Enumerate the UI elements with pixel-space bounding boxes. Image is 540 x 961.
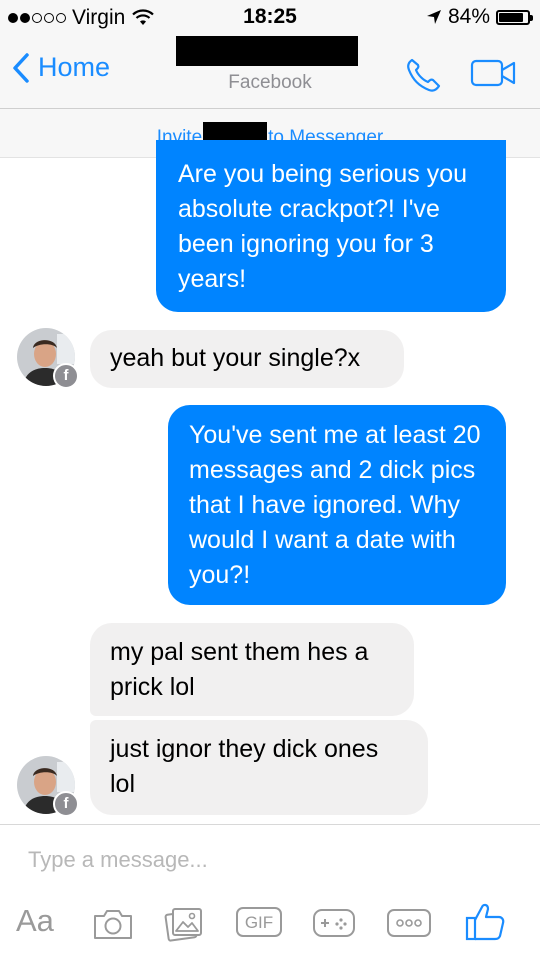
message-bubble-incoming[interactable]: just ignor they dick ones lol — [90, 720, 428, 815]
location-arrow-icon — [426, 10, 441, 24]
battery-percent: 84% — [447, 5, 490, 28]
gif-button[interactable]: GIF — [236, 907, 282, 937]
thumbs-up-icon[interactable] — [464, 901, 506, 943]
gif-label: GIF — [244, 913, 274, 932]
message-bubble-incoming[interactable]: my pal sent them hes a prick lol — [90, 623, 414, 716]
avatar[interactable]: f — [17, 328, 79, 389]
text-format-button[interactable]: Aa — [16, 903, 54, 939]
status-right: 84% — [426, 5, 533, 29]
battery-icon — [496, 9, 533, 25]
message-bubble-outgoing[interactable]: You've sent me at least 20 messages and … — [168, 405, 506, 605]
photo-icon[interactable] — [164, 905, 204, 943]
avatar[interactable]: f — [17, 756, 79, 817]
status-bar: Virgin 18:25 84% — [0, 0, 540, 36]
facebook-badge-icon: f — [53, 363, 79, 389]
message-bubble-incoming[interactable]: yeah but your single?x — [90, 330, 404, 388]
message-input[interactable] — [28, 847, 508, 873]
message-composer: Aa GIF — [0, 824, 540, 961]
game-controller-icon[interactable] — [312, 907, 356, 939]
camera-icon[interactable] — [92, 907, 134, 941]
composer-toolbar: Aa GIF — [0, 903, 540, 953]
more-icon[interactable] — [386, 907, 432, 939]
nav-subtitle: Facebook — [228, 72, 312, 93]
nav-bar: Home Facebook — [0, 36, 540, 109]
phone-icon[interactable] — [404, 56, 442, 94]
redacted-contact-name — [176, 36, 358, 66]
video-camera-icon[interactable] — [470, 58, 518, 88]
message-bubble-outgoing[interactable]: Are you being serious you absolute crack… — [156, 140, 506, 312]
facebook-badge-icon: f — [53, 791, 79, 817]
